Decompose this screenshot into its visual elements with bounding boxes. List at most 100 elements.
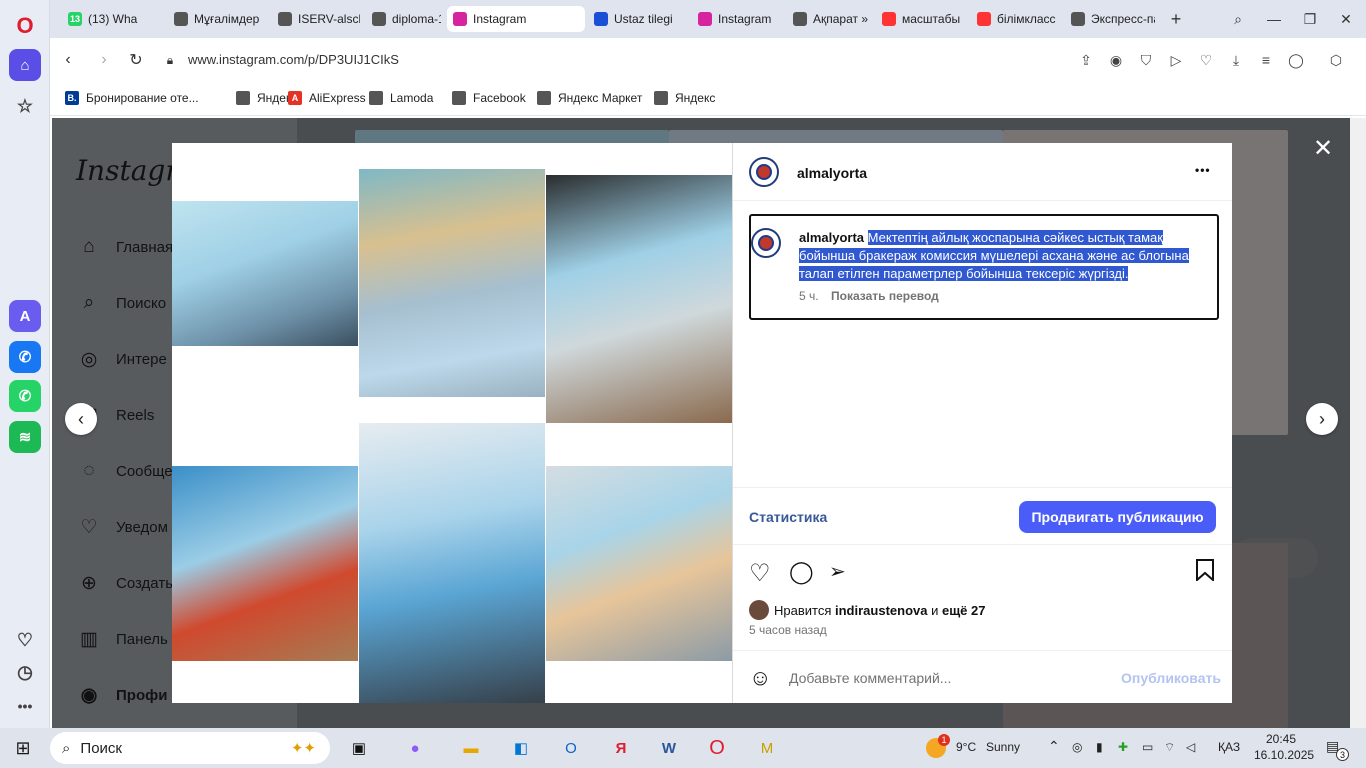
- avatar[interactable]: [749, 157, 779, 187]
- liker-username[interactable]: indiraustenova: [835, 603, 927, 618]
- comment-icon[interactable]: ◯: [789, 559, 814, 585]
- app-icon[interactable]: M: [752, 734, 782, 762]
- publish-button[interactable]: Опубликовать: [1121, 670, 1221, 686]
- bookmark-item[interactable]: A AliExpress: [288, 91, 366, 105]
- microphone-icon[interactable]: ▮: [1096, 740, 1103, 754]
- avatar[interactable]: [751, 228, 781, 258]
- instagram-nav-item[interactable]: ⌂ Главная: [76, 234, 173, 260]
- instagram-nav-item[interactable]: ◎ Интере: [76, 346, 167, 372]
- task-view-icon[interactable]: ▣: [344, 734, 374, 762]
- bookmark-item[interactable]: Facebook: [452, 91, 526, 105]
- bookmark-item[interactable]: Яндекс Маркет: [537, 91, 642, 105]
- caption-username[interactable]: almalyorta: [799, 230, 864, 245]
- clock-date[interactable]: 16.10.2025: [1254, 748, 1314, 762]
- heart-icon[interactable]: ♡: [1196, 50, 1216, 70]
- scrollbar[interactable]: [1350, 118, 1366, 728]
- bookmark-item[interactable]: Lamoda: [369, 91, 433, 105]
- post-username[interactable]: almalyorta: [797, 165, 867, 181]
- share-icon[interactable]: ⇪: [1076, 50, 1096, 70]
- word-icon[interactable]: W: [654, 734, 684, 762]
- yandex-browser-icon[interactable]: Я: [606, 734, 636, 762]
- share-icon[interactable]: ➢: [829, 559, 846, 584]
- likes-count[interactable]: ещё 27: [942, 603, 986, 618]
- comment-input[interactable]: Добавьте комментарий...: [789, 670, 951, 686]
- download-icon[interactable]: ⤓: [1226, 50, 1246, 70]
- new-tab-icon[interactable]: +: [1166, 9, 1186, 29]
- tray-chevron-icon[interactable]: ⌃: [1048, 738, 1060, 755]
- tab-1[interactable]: Мұғалімдер: [168, 6, 266, 32]
- opera-icon[interactable]: O: [702, 734, 732, 762]
- star-icon[interactable]: ☆: [9, 90, 41, 122]
- home-icon[interactable]: ⌂: [9, 49, 41, 81]
- tray-app-icon[interactable]: ✚: [1118, 740, 1128, 754]
- tab-0[interactable]: 13 (13) Wha: [62, 6, 162, 32]
- collage-photo: [546, 175, 732, 423]
- tray-icon[interactable]: ◎: [1072, 740, 1082, 754]
- aria-icon[interactable]: A: [9, 300, 41, 332]
- heart-icon[interactable]: ♡: [9, 624, 41, 656]
- tab-2[interactable]: ISERV-alsch: [272, 6, 360, 32]
- camera-icon[interactable]: ◉: [1106, 50, 1126, 70]
- tab-8[interactable]: масштабы: [876, 6, 966, 32]
- instagram-nav-item[interactable]: ⌕ Поиско: [76, 290, 166, 316]
- windows-start-icon[interactable]: ⊞: [8, 734, 38, 762]
- volume-icon[interactable]: ◁: [1186, 740, 1195, 754]
- bookmark-item[interactable]: B. Бронирование оте...: [65, 91, 199, 105]
- history-icon[interactable]: ◷: [9, 656, 41, 688]
- reload-icon[interactable]: ↻: [126, 50, 146, 70]
- clock-time[interactable]: 20:45: [1266, 732, 1296, 746]
- language-indicator[interactable]: ҚАЗ: [1218, 740, 1240, 754]
- tab-search-icon[interactable]: ⌕: [1228, 9, 1248, 29]
- url-field[interactable]: www.instagram.com/p/DP3UIJ1CIkS: [188, 52, 399, 67]
- tab-4[interactable]: Instagram: [447, 6, 585, 32]
- alice-icon[interactable]: ●: [400, 734, 430, 762]
- instagram-nav-label: Профи: [116, 686, 168, 704]
- statistics-link[interactable]: Статистика: [749, 509, 827, 525]
- weather-temp[interactable]: 9°C: [956, 740, 976, 754]
- network-icon[interactable]: ⌔: [1164, 740, 1175, 755]
- play-icon[interactable]: ▷: [1166, 50, 1186, 70]
- instagram-nav-item[interactable]: ▥ Панель: [76, 626, 168, 652]
- promote-button[interactable]: Продвигать публикацию: [1019, 501, 1216, 533]
- like-icon[interactable]: ♡: [749, 559, 771, 588]
- tab-6[interactable]: Instagram: [692, 6, 782, 32]
- bookmark-icon[interactable]: [1195, 559, 1215, 583]
- minimize-icon[interactable]: —: [1264, 9, 1284, 29]
- whatsapp-icon[interactable]: ✆: [9, 380, 41, 412]
- outlook-icon[interactable]: O: [556, 734, 586, 762]
- store-icon[interactable]: ◧: [506, 734, 536, 762]
- close-window-icon[interactable]: ✕: [1336, 9, 1356, 29]
- instagram-nav-item[interactable]: ◌ Сообще: [76, 458, 172, 484]
- post-time: 5 часов назад: [749, 623, 827, 637]
- messenger-icon[interactable]: ✆: [9, 341, 41, 373]
- bookmark-item[interactable]: Яндекс: [654, 91, 715, 105]
- forward-icon[interactable]: ›: [94, 50, 114, 70]
- tab-7[interactable]: Ақпарат » Ж: [787, 6, 871, 32]
- tab-3[interactable]: diploma-17!: [366, 6, 441, 32]
- show-translation-link[interactable]: Показать перевод: [831, 289, 939, 303]
- restore-icon[interactable]: ❐: [1300, 9, 1320, 29]
- spotify-icon[interactable]: ≋: [9, 421, 41, 453]
- more-options-icon[interactable]: •••: [1195, 163, 1211, 177]
- cube-icon[interactable]: ⬡: [1326, 50, 1346, 70]
- instagram-nav-item[interactable]: ⊕ Создать: [76, 570, 173, 596]
- emoji-icon[interactable]: ☺: [749, 665, 771, 691]
- menu-icon[interactable]: ≡: [1256, 50, 1276, 70]
- next-post-button[interactable]: ›: [1306, 403, 1338, 435]
- back-icon[interactable]: ‹: [58, 50, 78, 70]
- battery-icon[interactable]: ▭: [1142, 740, 1153, 754]
- shield-icon[interactable]: ⛉: [1136, 50, 1156, 70]
- close-icon[interactable]: ✕: [1310, 135, 1336, 162]
- instagram-nav-item[interactable]: ♡ Уведом: [76, 514, 167, 540]
- tab-10[interactable]: Экспресс-па: [1065, 6, 1155, 32]
- profile-icon[interactable]: ◯: [1286, 50, 1306, 70]
- file-explorer-icon[interactable]: ▬: [456, 734, 486, 762]
- tab-9[interactable]: білімкласс: [971, 6, 1059, 32]
- weather-text[interactable]: Sunny: [986, 740, 1020, 754]
- opera-logo-icon[interactable]: O: [9, 10, 41, 42]
- more-icon[interactable]: •••: [9, 690, 41, 722]
- tab-5[interactable]: Ustaz tilegi: [588, 6, 686, 32]
- instagram-nav-item[interactable]: ◉ Профи: [76, 682, 168, 708]
- previous-post-button[interactable]: ‹: [65, 403, 97, 435]
- taskbar-search[interactable]: ⌕ Поиск ✦✦: [50, 732, 330, 764]
